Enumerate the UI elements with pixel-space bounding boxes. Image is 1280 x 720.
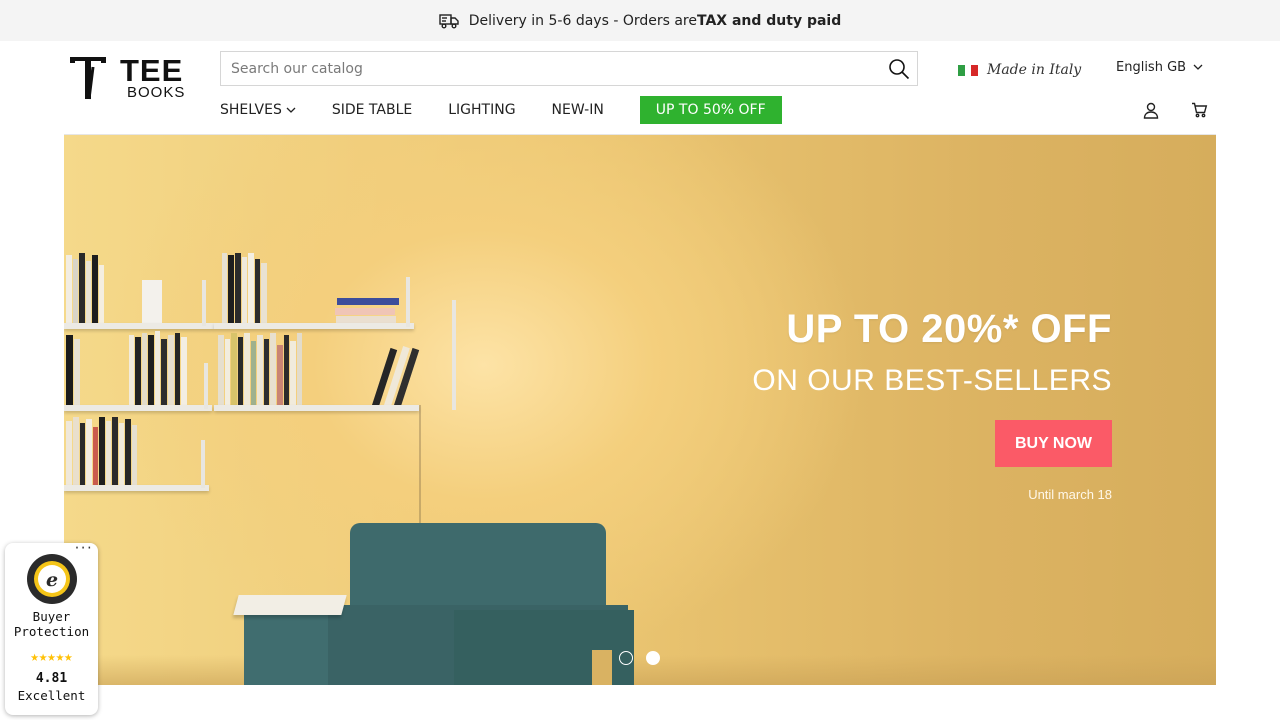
language-label: English GB [1116, 60, 1187, 75]
nav-item-new-in[interactable]: NEW-IN [552, 102, 604, 118]
slider-dot-1[interactable] [619, 651, 633, 665]
italy-flag-icon [958, 64, 979, 76]
hero-subheadline: ON OUR BEST-SELLERS [752, 364, 1112, 397]
books-row [220, 250, 310, 325]
rating-grade: Excellent [17, 688, 86, 703]
logo-word-books: BOOKS [127, 84, 186, 101]
buy-now-button[interactable]: BUY NOW [994, 420, 1112, 467]
nav-sale-button[interactable]: UP TO 50% OFF [639, 96, 782, 124]
badge-line-1: Buyer [32, 609, 71, 624]
badge-line-2: Protection [13, 623, 90, 639]
trusted-shops-seal-icon: e [27, 554, 77, 604]
trusted-shops-badge[interactable]: ··· e Buyer Protection ★★★★★ 4.81 Excell… [5, 541, 98, 715]
header-icons [1141, 100, 1237, 120]
search-icon[interactable] [887, 57, 911, 81]
rating-stars: ★★★★★ [30, 649, 73, 665]
truck-icon [439, 13, 459, 29]
hero-banner[interactable]: UP TO 20%* OFF ON OUR BEST-SELLERS BUY N… [64, 135, 1216, 685]
made-in-italy-label: Made in Italy [987, 62, 1082, 78]
books-row [64, 330, 204, 405]
cart-icon[interactable] [1189, 100, 1209, 120]
hero-headline: UP TO 20%* OFF [786, 307, 1112, 351]
buyer-protection-label: Buyer Protection [5, 609, 98, 639]
language-selector[interactable]: English GB [1116, 60, 1203, 75]
main-nav: SHELVES SIDE TABLE LIGHTING NEW-IN UP TO… [220, 96, 782, 124]
books-row [64, 250, 212, 325]
hero-footnote: Until march 18 [1028, 487, 1112, 502]
announcement-bar: Delivery in 5-6 days - Orders are TAX an… [0, 0, 1280, 41]
site-logo[interactable]: TEE BOOKS [68, 53, 193, 101]
nav-item-lighting[interactable]: LIGHTING [448, 102, 515, 118]
user-icon[interactable] [1141, 100, 1161, 120]
announcement-bold-text: TAX and duty paid [697, 12, 842, 29]
books-row [64, 415, 204, 487]
books-row [216, 330, 336, 405]
made-in-italy: Made in Italy [958, 60, 1081, 80]
logo-mark-icon [70, 57, 106, 100]
chevron-down-icon [286, 107, 296, 114]
chevron-down-icon [1193, 64, 1203, 71]
nav-item-label: SHELVES [220, 102, 282, 118]
search-box [220, 51, 918, 86]
nav-item-shelves[interactable]: SHELVES [220, 102, 296, 118]
nav-item-label: NEW-IN [551, 102, 604, 118]
slider-dots [619, 651, 673, 665]
search-input[interactable] [231, 52, 871, 85]
slider-dot-2[interactable] [646, 651, 660, 665]
announcement-text: Delivery in 5-6 days - Orders are [468, 12, 697, 29]
nav-item-label: LIGHTING [448, 102, 516, 118]
svg-text:e: e [46, 569, 58, 591]
hero-text-block: UP TO 20%* OFF ON OUR BEST-SELLERS BUY N… [752, 307, 1112, 502]
rating-score: 4.81 [35, 671, 68, 686]
nav-item-label: SIDE TABLE [331, 102, 413, 118]
open-book-image [233, 595, 347, 615]
nav-item-side-table[interactable]: SIDE TABLE [332, 102, 412, 118]
books-row [364, 340, 424, 408]
books-row [332, 285, 412, 325]
